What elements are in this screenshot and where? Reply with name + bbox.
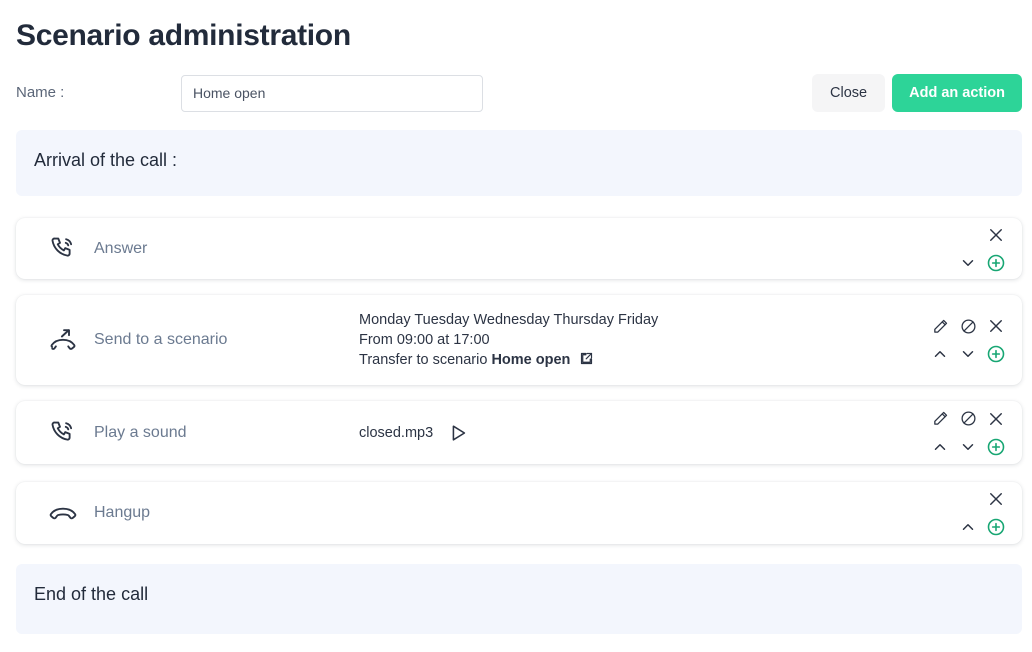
header-actions: Close Add an action <box>812 74 1022 112</box>
plus-circle-icon[interactable] <box>984 515 1008 539</box>
close-icon[interactable] <box>984 487 1008 511</box>
close-button[interactable]: Close <box>812 74 886 112</box>
action-card-send-to-scenario[interactable]: Send to a scenario Monday Tuesday Wednes… <box>16 295 1022 385</box>
row-controls <box>928 295 1008 385</box>
pencil-icon[interactable] <box>928 314 952 338</box>
action-label: Play a sound <box>94 423 187 441</box>
detail-transfer-prefix: Transfer to scenario <box>359 352 488 368</box>
play-icon[interactable] <box>447 422 469 444</box>
scenario-name-input[interactable] <box>181 74 483 112</box>
chevron-up-icon[interactable] <box>956 515 980 539</box>
action-label: Send to a scenario <box>94 331 228 348</box>
action-label: Answer <box>94 239 148 257</box>
pencil-icon[interactable] <box>928 407 952 431</box>
plus-circle-icon[interactable] <box>984 251 1008 275</box>
action-details: closed.mp3 <box>359 422 1022 444</box>
detail-hours: From 09:00 at 17:00 <box>359 332 490 348</box>
scenario-administration-page: Scenario administration Name : Close Add… <box>0 0 1032 652</box>
name-label: Name : <box>16 84 65 101</box>
plus-circle-icon[interactable] <box>984 342 1008 366</box>
add-action-button[interactable]: Add an action <box>892 74 1022 112</box>
action-card-play-a-sound[interactable]: Play a sound closed.mp3 <box>16 401 1022 464</box>
close-icon[interactable] <box>984 314 1008 338</box>
call-transfer-icon <box>48 325 94 355</box>
detail-days: Monday Tuesday Wednesday Thursday Friday <box>359 312 659 328</box>
action-card-hangup[interactable]: Hangup <box>16 482 1022 544</box>
close-icon[interactable] <box>984 407 1008 431</box>
arrival-of-the-call-banner: Arrival of the call : <box>16 130 1022 196</box>
phone-hangup-icon <box>48 498 94 528</box>
plus-circle-icon[interactable] <box>984 435 1008 459</box>
sound-file-name: closed.mp3 <box>359 424 434 441</box>
action-card-answer[interactable]: Answer <box>16 218 1022 279</box>
chevron-down-icon[interactable] <box>956 342 980 366</box>
action-label: Hangup <box>94 504 151 521</box>
close-icon[interactable] <box>984 223 1008 247</box>
chevron-up-icon[interactable] <box>928 435 952 459</box>
ban-icon[interactable] <box>956 407 980 431</box>
end-of-the-call-banner: End of the call <box>16 564 1022 634</box>
row-controls <box>928 401 1008 464</box>
action-details: Monday Tuesday Wednesday Thursday Friday… <box>359 310 1022 370</box>
detail-transfer-target: Home open <box>491 352 571 368</box>
row-controls <box>956 218 1008 279</box>
external-link-icon[interactable] <box>579 351 594 366</box>
chevron-down-icon[interactable] <box>956 435 980 459</box>
detail-transfer: Transfer to scenario Home open <box>359 350 1022 370</box>
page-title: Scenario administration <box>16 19 351 52</box>
phone-ringing-icon <box>48 234 94 264</box>
chevron-up-icon[interactable] <box>928 342 952 366</box>
phone-ringing-icon <box>48 418 94 448</box>
row-controls <box>956 482 1008 544</box>
ban-icon[interactable] <box>956 314 980 338</box>
chevron-down-icon[interactable] <box>956 251 980 275</box>
